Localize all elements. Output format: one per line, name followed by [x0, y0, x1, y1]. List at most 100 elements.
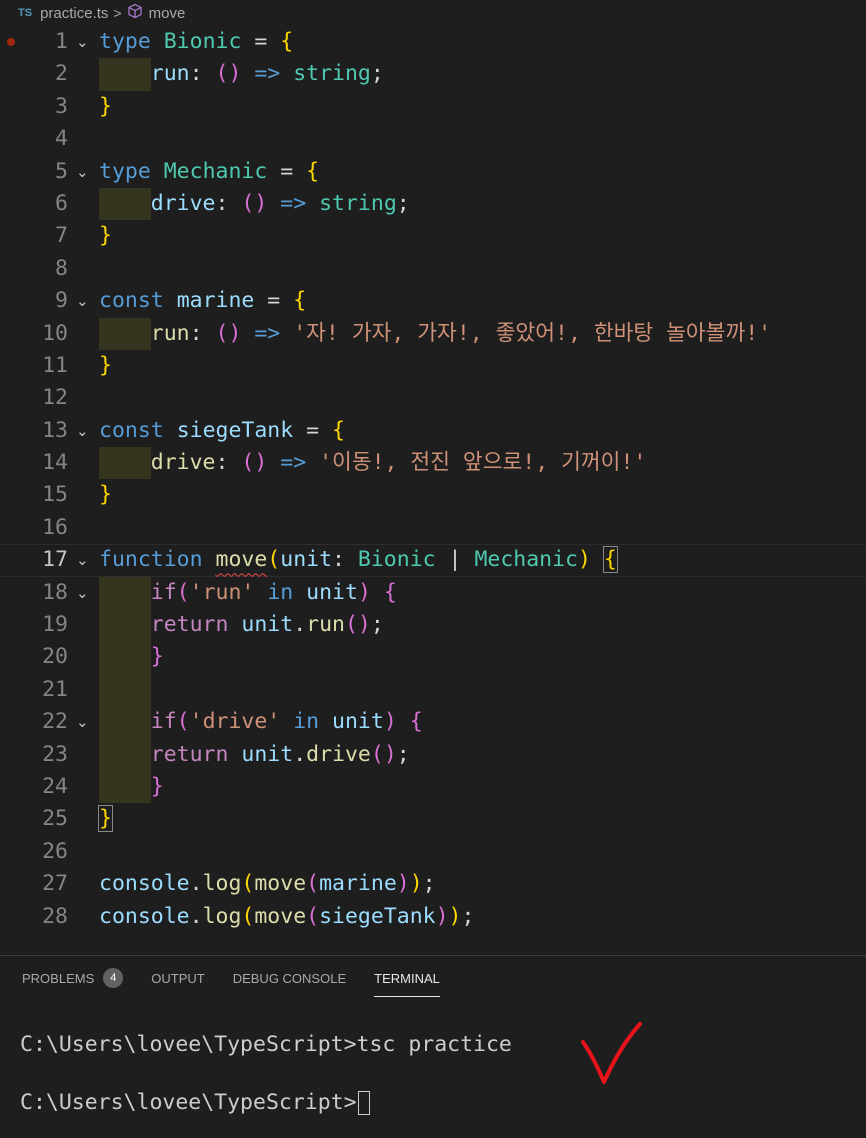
code-editor[interactable]: 1 ⌄ type Bionic = {2 run: () => string; 3} 4…: [0, 26, 866, 954]
code-line[interactable]: 7}: [0, 220, 866, 252]
code-line[interactable]: 4: [0, 123, 866, 155]
code-line[interactable]: 28 console.log(move(siegeTank));: [0, 901, 866, 933]
code-line[interactable]: 9 ⌄ const marine = {: [0, 285, 866, 317]
code-token: =: [241, 29, 281, 54]
code-line[interactable]: 25}: [0, 803, 866, 835]
code-token: const: [99, 417, 164, 443]
line-number: 22: [42, 709, 68, 735]
line-number: 4: [55, 126, 68, 152]
code-text: drive: () => '이동!, 전진 앞으로!, 기꺼이!': [99, 447, 647, 479]
code-token: |: [435, 547, 475, 573]
code-token: run: [150, 320, 190, 346]
code-token: ): [357, 579, 371, 605]
line-number: 11: [42, 352, 68, 378]
code-line[interactable]: 1 ⌄ type Bionic = {: [0, 26, 866, 58]
code-token: ;: [461, 903, 475, 929]
breadcrumb: TS practice.ts > move: [0, 0, 866, 26]
tab-terminal[interactable]: TERMINAL: [374, 956, 440, 1000]
code-line[interactable]: 24 }: [0, 770, 866, 804]
line-number: 23: [42, 741, 68, 767]
tab-problems[interactable]: PROBLEMS 4: [22, 956, 124, 1000]
fold-chevron-icon[interactable]: ⌄: [76, 577, 89, 609]
code-line[interactable]: 15}: [0, 479, 866, 511]
code-token: unit: [241, 741, 294, 767]
code-line[interactable]: 20 }: [0, 641, 866, 674]
breadcrumb-separator: >: [113, 5, 122, 21]
breadcrumb-file[interactable]: practice.ts: [40, 5, 108, 22]
code-token: marine: [176, 288, 255, 314]
code-token: return: [150, 612, 229, 638]
code-line[interactable]: 14 drive: () => '이동!, 전진 앞으로!, 기꺼이!': [0, 447, 866, 480]
code-token: Mechanic: [474, 547, 578, 573]
code-line[interactable]: 26: [0, 836, 866, 868]
code-token: ;: [396, 190, 410, 216]
terminal[interactable]: C:\Users\lovee\TypeScript>tsc practice C…: [20, 1030, 512, 1117]
line-number: 20: [42, 644, 68, 670]
tab-debug-console[interactable]: DEBUG CONSOLE: [233, 956, 346, 1000]
code-token: function: [99, 547, 203, 573]
code-text: }: [98, 803, 113, 835]
line-number: 28: [42, 903, 68, 929]
code-text: }: [99, 220, 112, 252]
fold-chevron-icon[interactable]: ⌄: [76, 285, 89, 317]
code-token: :: [189, 61, 216, 87]
tab-label: OUTPUT: [151, 970, 205, 986]
tab-output[interactable]: OUTPUT: [151, 956, 204, 1000]
code-line[interactable]: 2 run: () => string;: [0, 58, 866, 91]
code-line[interactable]: 23 return unit.drive();: [0, 738, 866, 771]
code-token: log: [202, 871, 242, 897]
line-number: 21: [42, 676, 68, 702]
code-token: }: [150, 644, 164, 670]
code-text: }: [99, 350, 112, 382]
code-token: move: [254, 871, 307, 897]
fold-chevron-icon[interactable]: ⌄: [76, 156, 89, 188]
fold-chevron-icon[interactable]: ⌄: [76, 26, 89, 58]
code-line[interactable]: 18 ⌄ if('run' in unit) {: [0, 576, 866, 610]
fold-chevron-icon[interactable]: ⌄: [76, 415, 89, 447]
line-number: 10: [42, 320, 68, 346]
code-line[interactable]: 11}: [0, 350, 866, 382]
code-line[interactable]: 22 ⌄ if('drive' in unit) {: [0, 706, 866, 739]
fold-chevron-icon[interactable]: ⌄: [76, 545, 89, 575]
code-line[interactable]: 27 console.log(move(marine));: [0, 868, 866, 900]
code-line[interactable]: 5 ⌄ type Mechanic = {: [0, 156, 866, 188]
breadcrumb-symbol[interactable]: move: [149, 5, 186, 22]
code-token: {: [409, 709, 423, 735]
code-token: type: [99, 29, 151, 54]
code-token: (: [241, 903, 255, 929]
code-line[interactable]: 21: [0, 673, 866, 707]
code-line[interactable]: 8: [0, 253, 866, 285]
code-token: '이동!, 전진 앞으로!, 기꺼이!': [319, 450, 647, 476]
code-token: Bionic: [163, 29, 242, 54]
code-line[interactable]: 12: [0, 382, 866, 414]
code-line[interactable]: 6 drive: () => string;: [0, 187, 866, 221]
line-number: 19: [42, 612, 68, 638]
code-token: const: [99, 288, 164, 314]
line-number: 7: [55, 223, 68, 249]
line-number: 24: [42, 773, 68, 799]
code-token: (: [176, 579, 190, 605]
code-token: (): [215, 320, 242, 346]
code-line[interactable]: 19 return unit.run();: [0, 609, 866, 642]
line-number: 9: [55, 288, 68, 314]
code-line[interactable]: 16: [0, 512, 866, 544]
line-number: 12: [42, 385, 68, 411]
line-number: 1: [55, 29, 68, 54]
code-token: =: [254, 288, 294, 314]
code-line[interactable]: 3}: [0, 91, 866, 123]
code-line[interactable]: 17 ⌄ function move(unit: Bionic | Mechanic…: [0, 544, 866, 577]
code-line[interactable]: 13 ⌄ const siegeTank = {: [0, 415, 866, 447]
code-line[interactable]: 10 run: () => '자! 가자, 가자!, 좋았어!, 한바탕 놀아볼…: [0, 317, 866, 350]
fold-chevron-icon[interactable]: ⌄: [76, 706, 89, 738]
code-text: type Mechanic = {: [99, 156, 319, 188]
code-token: }: [99, 93, 112, 119]
code-token: ): [409, 871, 423, 897]
code-text: console.log(move(marine));: [99, 868, 436, 900]
code-text: return unit.drive();: [99, 739, 410, 771]
